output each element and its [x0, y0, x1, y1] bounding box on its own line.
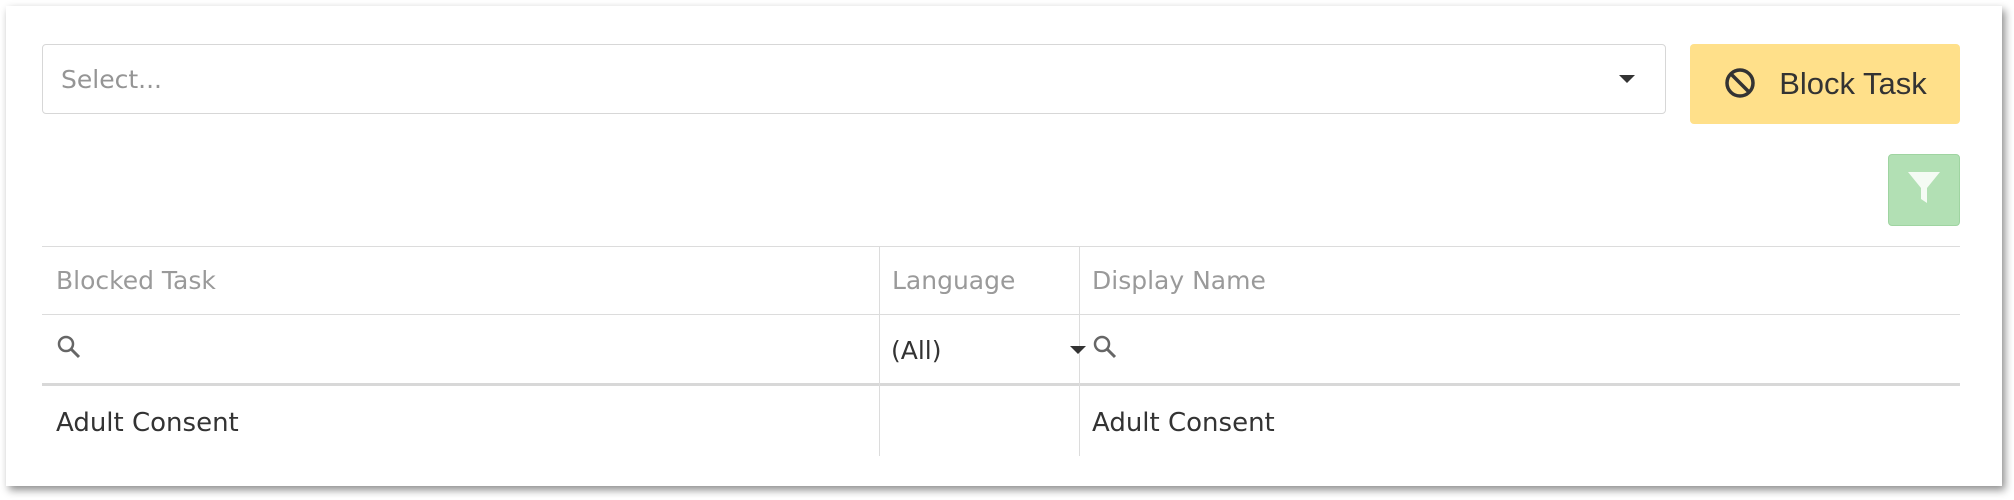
filter-icon — [1906, 169, 1942, 211]
column-header-blocked-task[interactable]: Blocked Task — [56, 266, 216, 295]
block-task-button[interactable]: Block Task — [1690, 44, 1960, 124]
column-header-language[interactable]: Language — [892, 266, 1015, 295]
chevron-down-icon[interactable] — [1619, 75, 1635, 83]
filter-button[interactable] — [1888, 154, 1960, 226]
column-header-display-name[interactable]: Display Name — [1092, 266, 1266, 295]
blocked-tasks-grid: Blocked Task Language Display Name (All)… — [42, 246, 1960, 456]
block-icon — [1723, 66, 1757, 103]
search-icon[interactable] — [56, 334, 82, 364]
cell-display-name: Adult Consent — [1092, 408, 1275, 438]
block-task-label: Block Task — [1779, 66, 1927, 101]
task-select[interactable]: Select... — [42, 44, 1666, 114]
chevron-down-icon[interactable] — [1070, 346, 1086, 354]
language-filter-select[interactable]: (All) — [891, 336, 942, 365]
page-panel: Select... Block Task Blocked Task Langua… — [6, 6, 2002, 486]
task-select-placeholder: Select... — [61, 65, 162, 94]
cell-blocked-task: Adult Consent — [56, 408, 239, 438]
search-icon[interactable] — [1092, 334, 1118, 364]
